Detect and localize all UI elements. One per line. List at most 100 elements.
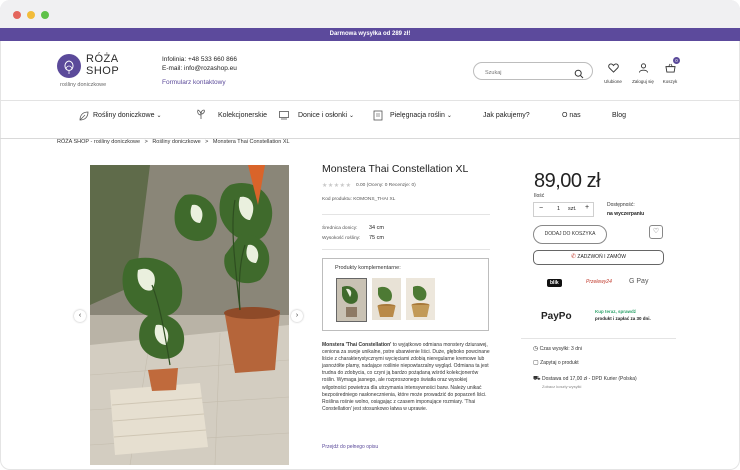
plus-icon[interactable]: + (585, 204, 589, 211)
clock-icon: ◷ (533, 346, 539, 352)
ask-about-product-text: Zapytaj o produkt (540, 360, 579, 366)
cart-label: Koszyk (662, 79, 678, 84)
ask-about-product[interactable]: ▢ Zapytaj o produkt (533, 359, 579, 366)
search-icon[interactable] (574, 66, 584, 84)
cart-button[interactable]: Koszyk 0 (658, 57, 682, 84)
qty-unit: szt. (568, 206, 577, 212)
favorites-button[interactable]: Ulubione (601, 60, 625, 84)
rating-text: 0.00 (Oceny: 0 Recenzje: 0) (356, 183, 416, 188)
availability-label: Dostępność: (607, 202, 635, 208)
full-description-link[interactable]: Przejdź do pełnego opisu (322, 444, 378, 450)
minimize-window-dot[interactable] (27, 11, 35, 19)
product-title: Monstera Thai Constellation XL (322, 163, 469, 175)
google-pay-logo: G Pay (629, 278, 649, 285)
chevron-down-icon: ⌄ (348, 113, 355, 119)
contact-form-link[interactable]: Formularz kontaktowy (162, 79, 226, 86)
product-main-image[interactable] (90, 165, 289, 465)
chat-icon: ▢ (533, 360, 539, 366)
call-and-order-button[interactable]: ✆ ZADZWOŃ I ZAMÓW (533, 250, 664, 265)
add-to-favorites-button[interactable]: ♡ (649, 225, 663, 239)
breadcrumb-separator: > (205, 139, 209, 145)
care-bag-icon (373, 110, 383, 121)
plant-height-label: Wysokość rośliny: (322, 236, 361, 241)
paypo-text-2: produkt i zapłać za 30 dni. (595, 316, 651, 321)
complementary-thumb[interactable] (372, 278, 401, 320)
main-navigation: Rośliny doniczkowe ⌄ Kolekcjonerskie Don… (0, 100, 740, 139)
nav-item-about[interactable]: O nas (562, 112, 581, 119)
contact-email: E-mail: info@rozashop.eu (162, 65, 237, 72)
nav-item-care-label: Pielęgnacja roślin (390, 112, 445, 119)
divider (322, 249, 490, 250)
plant-height-value: 75 cm (369, 235, 384, 241)
shipping-costs-link[interactable]: Zobacz koszty wysyłki (542, 384, 581, 389)
call-and-order-label: ZADZWOŃ I ZAMÓW (577, 254, 627, 260)
chevron-down-icon: ⌄ (446, 113, 452, 119)
qty-label: Ilość (534, 193, 545, 199)
rating-stars: ★★★★★ (322, 182, 351, 189)
user-icon (638, 63, 648, 73)
breadcrumb: RÓŻA SHOP - rośliny doniczkowe > Rośliny… (57, 139, 290, 145)
gallery-next-button[interactable]: › (291, 310, 303, 322)
phone-icon: ✆ (570, 254, 577, 260)
product-description-bold: Monstera 'Thai Constellation' (322, 342, 392, 348)
gallery-prev-button[interactable]: ‹ (74, 310, 86, 322)
shipping-time: ◷ Czas wysyłki: 3 dni (533, 345, 582, 352)
close-window-dot[interactable] (13, 11, 21, 19)
heart-icon (607, 63, 619, 73)
nav-item-plants-label: Rośliny doniczkowe (93, 112, 155, 119)
availability-value: na wyczerpaniu (607, 211, 645, 217)
pot-diameter-value: 34 cm (369, 225, 384, 231)
pot-icon (279, 111, 289, 120)
nav-item-care[interactable]: Pielęgnacja roślin ⌄ (373, 110, 452, 121)
nav-item-blog[interactable]: Blog (612, 112, 626, 119)
search-input[interactable] (483, 66, 577, 79)
nav-item-plants[interactable]: Rośliny doniczkowe ⌄ (79, 111, 162, 121)
paypo-text-1: Kup teraz, sprawdź (595, 309, 637, 314)
login-label: Zaloguj się (632, 79, 654, 84)
brand-name-line1: RÓŻA (86, 53, 119, 65)
search-box[interactable] (473, 62, 593, 80)
qty-value[interactable]: 1 (557, 206, 560, 212)
paypo-banner: PayPo Kup teraz, sprawdź produkt i zapła… (521, 303, 676, 333)
breadcrumb-home[interactable]: RÓŻA SHOP - rośliny doniczkowe (57, 139, 140, 145)
nav-item-packing[interactable]: Jak pakujemy? (483, 112, 530, 119)
plant-icon (197, 109, 205, 119)
breadcrumb-category[interactable]: Rośliny doniczkowe (152, 139, 200, 145)
truck-icon: ⛟ (533, 376, 541, 382)
contact-phone: Infolinia: +48 533 660 866 (162, 56, 237, 63)
shipping-time-text: Czas wysyłki: 3 dni (539, 346, 582, 352)
chevron-right-icon: › (295, 312, 299, 319)
maximize-window-dot[interactable] (41, 11, 49, 19)
browser-chrome (0, 0, 740, 29)
nav-item-collector[interactable]: Kolekcjonerskie (197, 109, 267, 119)
leaf-icon (79, 111, 89, 121)
paypo-logo: PayPo (541, 311, 572, 322)
delivery-text: Dostawa od 17,00 zł - DPD Kurier (Polska… (541, 376, 637, 382)
brand-name-line2: SHOP (86, 65, 120, 77)
cart-count-badge: 0 (673, 57, 680, 64)
star-icon: ★ (345, 183, 352, 189)
nav-item-pots[interactable]: Donice i osłonki ⌄ (279, 111, 355, 120)
przelewy24-logo: Przelewy24 (586, 279, 612, 285)
quantity-stepper[interactable]: − 1 szt. + (533, 202, 594, 217)
divider (521, 338, 676, 339)
brand-name[interactable]: RÓŻA SHOP (86, 53, 119, 77)
basket-icon (664, 63, 676, 73)
blik-logo: blik (547, 279, 562, 287)
complementary-title: Produkty komplementarne: (335, 265, 401, 271)
complementary-thumb[interactable] (336, 278, 367, 322)
promo-bar: Darmowa wysyłka od 289 zł! (0, 28, 740, 41)
breadcrumb-current: Monstera Thai Constellation XL (212, 139, 290, 145)
product-description: Monstera 'Thai Constellation' to wyjątko… (322, 342, 490, 413)
product-code: Kod produktu: KOMONS_THAI XL (322, 197, 396, 202)
add-to-cart-button[interactable]: DODAJ DO KOSZYKA (533, 225, 607, 244)
pot-diameter-label: Średnica donicy: (322, 226, 358, 231)
logo-rose-icon[interactable] (57, 54, 81, 78)
brand-subtitle: rośliny doniczkowe (60, 82, 107, 88)
product-price: 89,00 zł (534, 170, 601, 192)
nav-item-pots-label: Donice i osłonki (298, 112, 348, 119)
minus-icon[interactable]: − (539, 205, 543, 212)
login-button[interactable]: Zaloguj się (631, 60, 655, 84)
chevron-down-icon: ⌄ (156, 113, 162, 119)
complementary-thumb[interactable] (406, 278, 435, 320)
